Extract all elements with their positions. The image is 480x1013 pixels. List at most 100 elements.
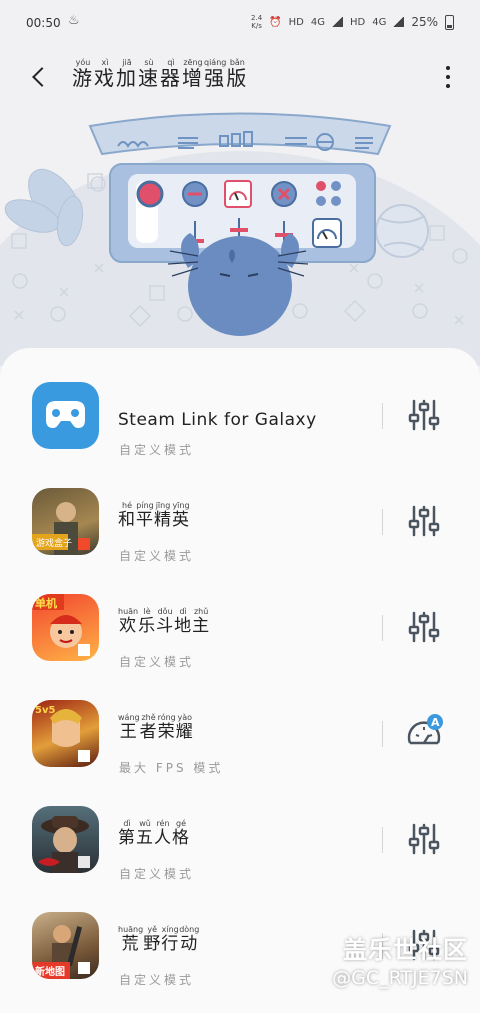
title-char: 速sù [138,58,160,90]
more-dot [446,84,450,88]
app-mode: 自定义模式 [119,973,195,987]
title-pinyin: bǎn [226,58,249,67]
app-name-pinyin: róng [157,713,176,722]
title-pinyin: zēng [182,58,204,67]
battery-icon [445,14,454,30]
app-name-char: 荒huāng [118,925,144,954]
app-name-pinyin: huāng [118,925,144,934]
app-name-char: 行xíng [161,925,180,954]
app-row-doudizhu[interactable]: 单机 欢huān乐lè斗dǒu地dì主zhǔ 自定义模式 [0,574,480,680]
title-char: 戏xì [94,58,116,90]
app-mode: 自定义模式 [119,655,195,669]
title-pinyin: yóu [72,58,94,67]
title-pinyin: sù [138,58,160,67]
battery-percent: 25% [411,15,438,29]
app-name-char: 欢huān [118,607,139,636]
steam-link-icon [32,382,99,449]
app-name: 和hé平píng精jīng英yīng [118,501,190,530]
app-header: 游yóu 戏xì 加jiā 速sù 器qì 增zēng 强qiáng 版bǎn [0,46,480,106]
app-row-peace-elite[interactable]: 游戏盒子 和hé平píng精jīng英yīng 自定义模式 [0,468,480,574]
app-name-char: 第dì [118,819,136,848]
app-name-pinyin: gé [172,819,190,828]
app-name: 欢huān乐lè斗dǒu地dì主zhǔ [118,607,210,636]
status-bar: 00:50 ♨ 2.4 K/s ⏰ HD 4G HD 4G 25% [0,0,480,46]
sliders-icon[interactable] [404,819,444,859]
app-name-pinyin: hé [118,501,136,510]
app-name-pinyin: xíng [161,925,180,934]
app-name-char: 乐lè [138,607,157,636]
hd-label-2: HD [349,16,366,28]
title-pinyin: qì [160,58,182,67]
more-options-button[interactable] [442,66,454,88]
app-name-pinyin: zhě [139,713,158,722]
svg-text:A: A [431,716,440,729]
page-title: 游yóu 戏xì 加jiā 速sù 器qì 增zēng 强qiáng 版bǎn [72,58,248,91]
app-name-char: 者zhě [139,713,158,742]
sliders-icon[interactable] [404,925,444,965]
app-name-char: 英yīng [172,501,190,530]
divider [382,403,383,429]
app-name-char: 精jīng [154,501,172,530]
divider [382,509,383,535]
app-name-char: 地dì [174,607,193,636]
sliders-icon[interactable] [404,395,444,435]
app-name-pinyin: jīng [154,501,172,510]
app-name-pinyin: píng [136,501,154,510]
title-pinyin: jiā [116,58,138,67]
app-name-char: 主zhǔ [192,607,211,636]
title-char: 增zēng [182,58,204,90]
more-dot [446,75,450,79]
app-row-honor-of-kings[interactable]: 5v5 王wáng者zhě荣róng耀yào 最大 FPS 模式 A [0,680,480,786]
app-name-char: 耀yào [175,713,194,742]
app-name-pinyin: huān [118,607,139,616]
title-char: 器qì [160,58,182,90]
network-speed: 2.4 K/s [251,14,263,30]
app-name-pinyin: lè [138,607,157,616]
title-char: 版bǎn [226,58,249,90]
app-row-identity-v[interactable]: 第dì五wǔ人rén格gé 自定义模式 [0,786,480,892]
divider [382,615,383,641]
divider [382,827,383,853]
lte-label-2: 4G [372,16,387,28]
app-name-pinyin: yīng [172,501,190,510]
knives-badge: 新地图 [35,965,65,978]
honor-of-kings-icon: 5v5 [32,700,99,767]
status-indicators: 2.4 K/s ⏰ HD 4G HD 4G 25% [251,14,454,30]
app-name-char: 格gé [172,819,190,848]
app-name-pinyin: dì [118,819,136,828]
sliders-icon[interactable] [404,501,444,541]
sliders-icon[interactable] [404,607,444,647]
honor-badge: 5v5 [35,705,55,716]
app-mode: 自定义模式 [119,443,195,457]
hd-label-1: HD [288,16,304,28]
app-name-char: 荣róng [157,713,176,742]
app-row-knives-out[interactable]: 新地图 荒huāng野yě行xíng动dòng 自定义模式 [0,892,480,998]
signal-icon-1 [331,17,343,27]
speedometer-auto-icon[interactable]: A [404,713,444,753]
app-row-steam-link[interactable]: Steam Link for Galaxy 自定义模式 [0,362,480,468]
app-name-char: 人rén [154,819,172,848]
signal-icon-2 [393,17,405,27]
doudizhu-icon: 单机 [32,594,99,661]
app-name-pinyin: dǒu [156,607,175,616]
app-name-char: 斗dǒu [156,607,175,636]
back-button[interactable] [22,60,56,94]
app-name-char: 和hé [118,501,136,530]
divider [382,721,383,747]
app-name: 荒huāng野yě行xíng动dòng [118,925,199,954]
game-list-card: Steam Link for Galaxy 自定义模式 游戏盒子 和hé平pín… [0,348,480,1013]
app-name-pinyin: yào [175,713,194,722]
title-char: 游yóu [72,58,94,90]
notification-icon: ♨ [68,13,80,28]
alarm-icon: ⏰ [269,16,282,28]
status-time: 00:50 [26,16,61,30]
app-name: 第dì五wǔ人rén格gé [118,819,190,848]
app-name-char: 动dòng [179,925,200,954]
identity-v-icon [32,806,99,873]
app-name: 王wáng者zhě荣róng耀yào [118,713,194,742]
app-mode: 自定义模式 [119,549,195,563]
title-pinyin: qiáng [204,58,227,67]
hero-illustration [0,106,480,366]
app-name-char: 王wáng [118,713,140,742]
divider [382,933,383,959]
